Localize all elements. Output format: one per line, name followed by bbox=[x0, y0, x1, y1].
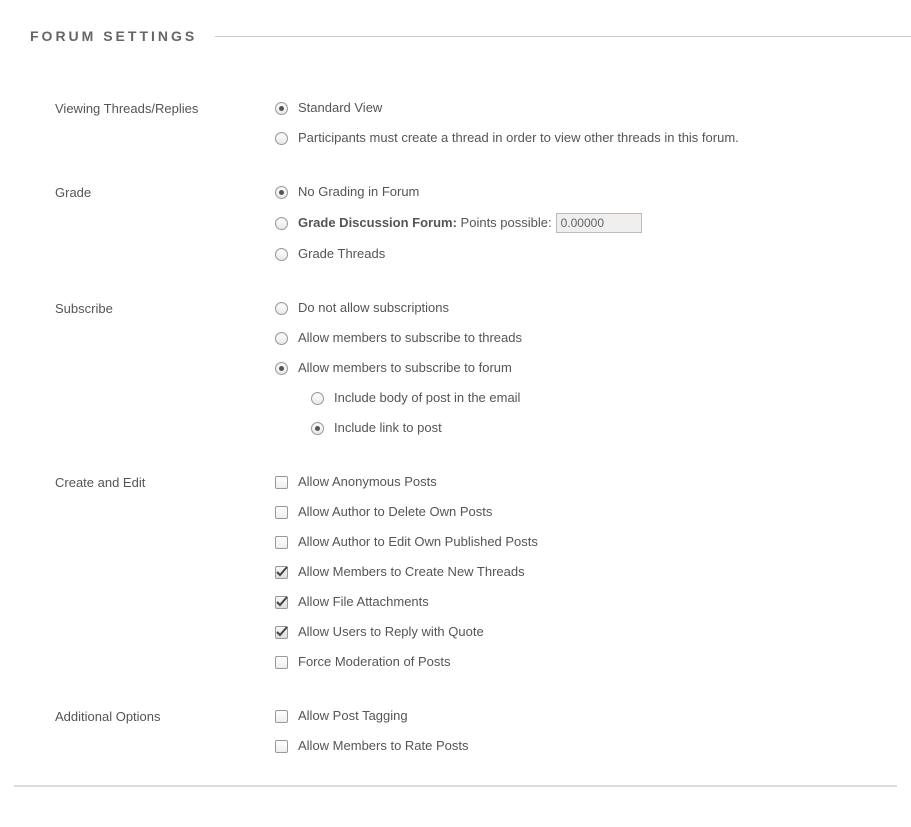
option-label: Allow Anonymous Posts bbox=[298, 473, 437, 491]
row-create-edit: Create and Edit Allow Anonymous Posts Al… bbox=[55, 473, 911, 671]
label-viewing: Viewing Threads/Replies bbox=[55, 99, 275, 116]
radio-icon bbox=[275, 132, 288, 145]
controls-viewing: Standard View Participants must create a… bbox=[275, 99, 911, 147]
radio-icon bbox=[275, 332, 288, 345]
header-rule bbox=[215, 36, 911, 37]
bottom-rule bbox=[14, 785, 897, 787]
option-label: Allow Author to Delete Own Posts bbox=[298, 503, 492, 521]
controls-additional: Allow Post Tagging Allow Members to Rate… bbox=[275, 707, 911, 755]
radio-icon bbox=[275, 102, 288, 115]
controls-subscribe: Do not allow subscriptions Allow members… bbox=[275, 299, 911, 437]
section-header: FORUM SETTINGS bbox=[0, 0, 911, 54]
grade-option-none[interactable]: No Grading in Forum bbox=[275, 183, 911, 201]
checkbox-icon bbox=[275, 506, 288, 519]
subscribe-option-threads[interactable]: Allow members to subscribe to threads bbox=[275, 329, 911, 347]
radio-icon bbox=[311, 392, 324, 405]
subscribe-option-forum[interactable]: Allow members to subscribe to forum bbox=[275, 359, 911, 377]
section-title: FORUM SETTINGS bbox=[30, 28, 215, 44]
checkbox-icon bbox=[275, 656, 288, 669]
option-label: Allow Users to Reply with Quote bbox=[298, 623, 484, 641]
option-label: Allow Members to Create New Threads bbox=[298, 563, 525, 581]
label-subscribe: Subscribe bbox=[55, 299, 275, 316]
grade-forum-bold: Grade Discussion Forum: bbox=[298, 215, 457, 230]
label-create-edit: Create and Edit bbox=[55, 473, 275, 490]
option-label: Allow File Attachments bbox=[298, 593, 429, 611]
option-label: Include body of post in the email bbox=[334, 389, 520, 407]
add-post-tagging[interactable]: Allow Post Tagging bbox=[275, 707, 911, 725]
option-label: Include link to post bbox=[334, 419, 442, 437]
row-subscribe: Subscribe Do not allow subscriptions All… bbox=[55, 299, 911, 437]
checkbox-icon bbox=[275, 476, 288, 489]
points-input[interactable] bbox=[556, 213, 642, 233]
radio-icon bbox=[275, 217, 288, 230]
checkbox-icon bbox=[275, 710, 288, 723]
controls-create-edit: Allow Anonymous Posts Allow Author to De… bbox=[275, 473, 911, 671]
radio-icon bbox=[275, 302, 288, 315]
viewing-option-participants[interactable]: Participants must create a thread in ord… bbox=[275, 129, 911, 147]
checkbox-icon bbox=[275, 596, 288, 609]
subscribe-option-none[interactable]: Do not allow subscriptions bbox=[275, 299, 911, 317]
row-additional: Additional Options Allow Post Tagging Al… bbox=[55, 707, 911, 755]
row-viewing: Viewing Threads/Replies Standard View Pa… bbox=[55, 99, 911, 147]
add-rate-posts[interactable]: Allow Members to Rate Posts bbox=[275, 737, 911, 755]
option-label: Standard View bbox=[298, 99, 382, 117]
option-label: Allow Members to Rate Posts bbox=[298, 737, 469, 755]
checkbox-icon bbox=[275, 566, 288, 579]
form-area: Viewing Threads/Replies Standard View Pa… bbox=[0, 54, 911, 755]
radio-icon bbox=[275, 362, 288, 375]
ce-author-edit[interactable]: Allow Author to Edit Own Published Posts bbox=[275, 533, 911, 551]
controls-grade: No Grading in Forum Grade Discussion For… bbox=[275, 183, 911, 263]
option-label: Participants must create a thread in ord… bbox=[298, 129, 739, 147]
row-grade: Grade No Grading in Forum Grade Discussi… bbox=[55, 183, 911, 263]
option-label: Do not allow subscriptions bbox=[298, 299, 449, 317]
grade-option-threads[interactable]: Grade Threads bbox=[275, 245, 911, 263]
option-label: Allow Author to Edit Own Published Posts bbox=[298, 533, 538, 551]
ce-anonymous[interactable]: Allow Anonymous Posts bbox=[275, 473, 911, 491]
checkbox-icon bbox=[275, 740, 288, 753]
label-grade: Grade bbox=[55, 183, 275, 200]
option-label: Grade Discussion Forum: Points possible: bbox=[298, 214, 552, 232]
points-label: Points possible: bbox=[461, 215, 552, 230]
option-label: Grade Threads bbox=[298, 245, 385, 263]
grade-option-forum[interactable]: Grade Discussion Forum: Points possible: bbox=[275, 213, 911, 233]
radio-icon bbox=[275, 248, 288, 261]
radio-icon bbox=[275, 186, 288, 199]
option-label: Force Moderation of Posts bbox=[298, 653, 450, 671]
subscribe-nested-body[interactable]: Include body of post in the email bbox=[311, 389, 911, 407]
ce-author-delete[interactable]: Allow Author to Delete Own Posts bbox=[275, 503, 911, 521]
ce-force-moderation[interactable]: Force Moderation of Posts bbox=[275, 653, 911, 671]
ce-reply-quote[interactable]: Allow Users to Reply with Quote bbox=[275, 623, 911, 641]
subscribe-nested: Include body of post in the email Includ… bbox=[275, 389, 911, 437]
option-label: Allow members to subscribe to forum bbox=[298, 359, 512, 377]
ce-file-attach[interactable]: Allow File Attachments bbox=[275, 593, 911, 611]
ce-create-threads[interactable]: Allow Members to Create New Threads bbox=[275, 563, 911, 581]
radio-icon bbox=[311, 422, 324, 435]
viewing-option-standard[interactable]: Standard View bbox=[275, 99, 911, 117]
label-additional: Additional Options bbox=[55, 707, 275, 724]
option-label: No Grading in Forum bbox=[298, 183, 419, 201]
option-label: Allow members to subscribe to threads bbox=[298, 329, 522, 347]
option-label: Allow Post Tagging bbox=[298, 707, 408, 725]
checkbox-icon bbox=[275, 626, 288, 639]
subscribe-nested-link[interactable]: Include link to post bbox=[311, 419, 911, 437]
checkbox-icon bbox=[275, 536, 288, 549]
